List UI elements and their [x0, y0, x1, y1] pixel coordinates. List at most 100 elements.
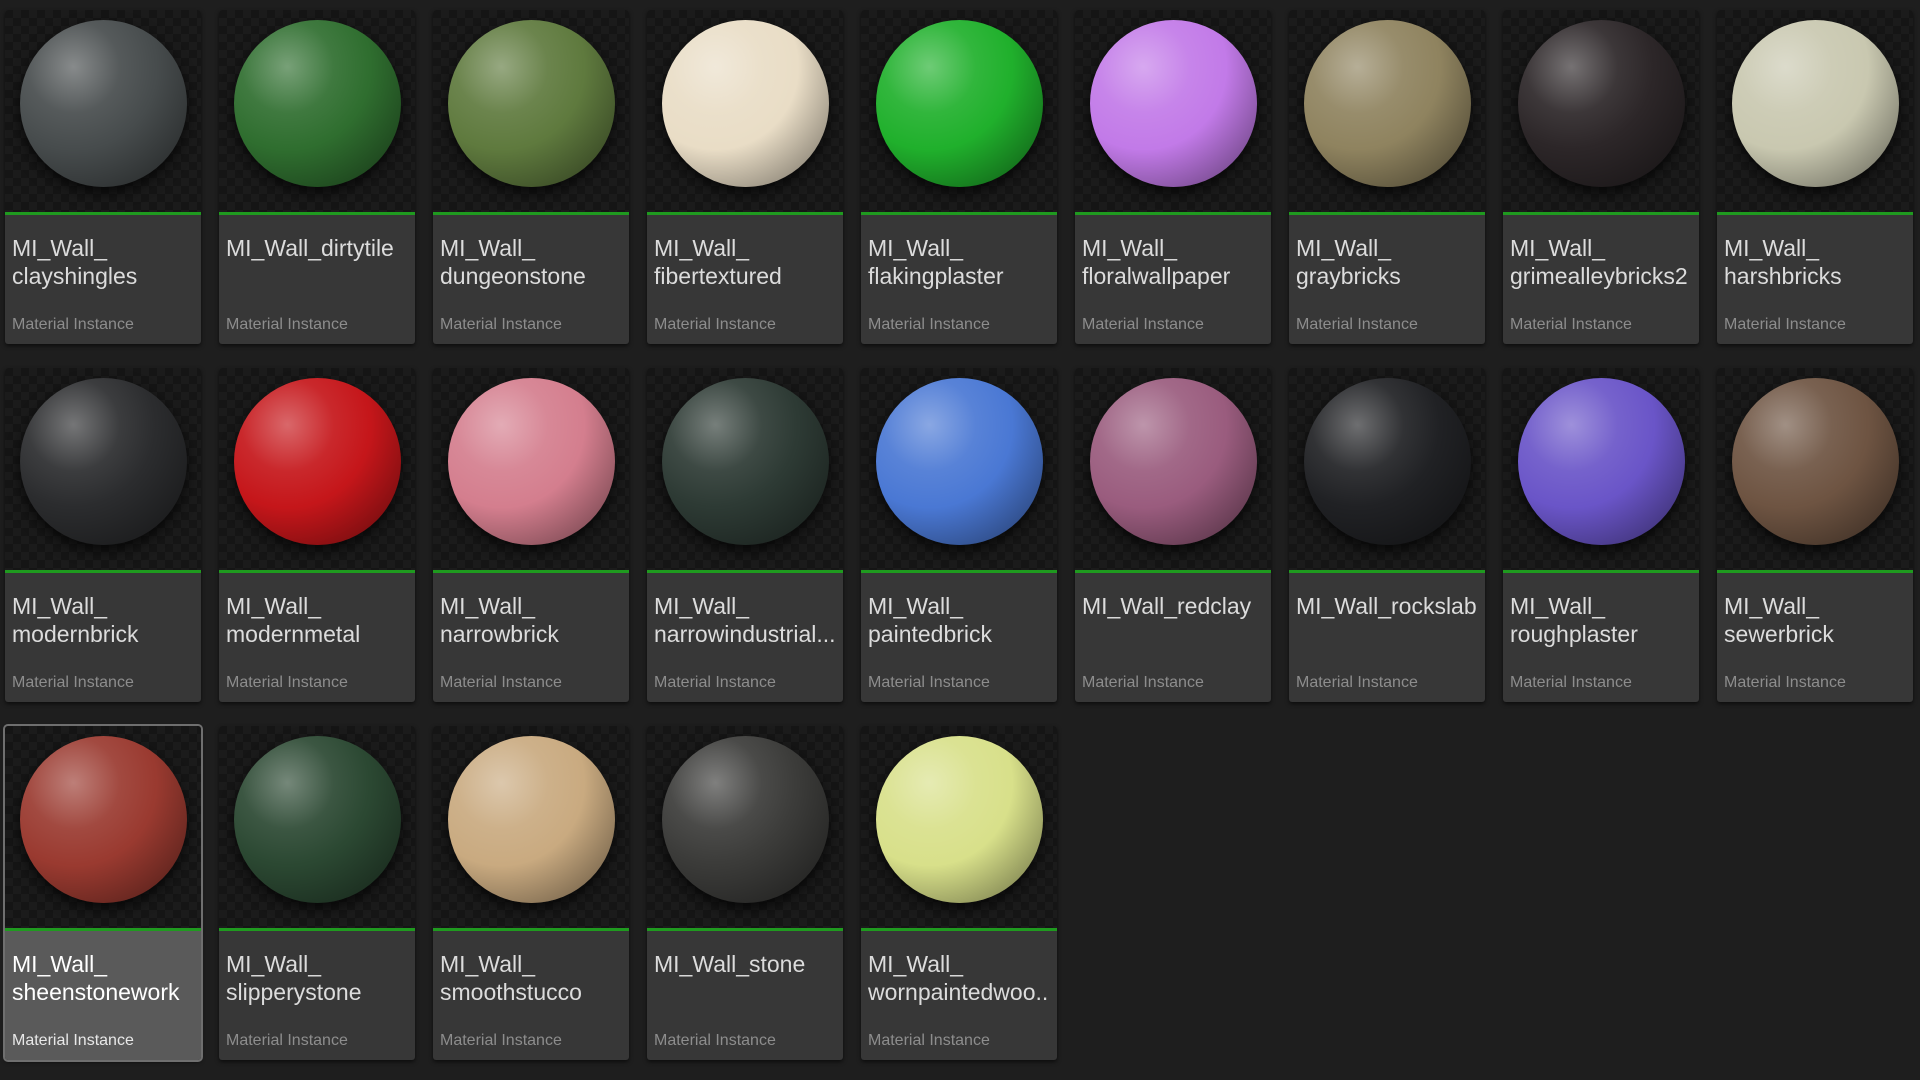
asset-type-color-bar	[433, 928, 629, 931]
asset-name-line1: MI_Wall_	[12, 593, 107, 619]
asset-name: MI_Wall_ roughplaster	[1510, 592, 1696, 648]
material-preview-sphere	[20, 736, 187, 903]
asset-type-color-bar	[861, 212, 1057, 215]
material-preview-sphere	[662, 20, 829, 187]
asset-name: MI_Wall_ slipperystone	[226, 950, 412, 1006]
asset-thumbnail	[647, 726, 843, 928]
asset-thumbnail	[219, 10, 415, 212]
asset-tile[interactable]: MI_Wall_ smoothstucco Material Instance	[433, 726, 629, 1060]
asset-name-line1: MI_Wall_	[1510, 235, 1605, 261]
asset-tile[interactable]: MI_Wall_ paintedbrick Material Instance	[861, 368, 1057, 702]
asset-tile[interactable]: MI_Wall_ graybricks Material Instance	[1289, 10, 1485, 344]
asset-name-line1: MI_Wall_	[226, 593, 321, 619]
asset-tile[interactable]: MI_Wall_ roughplaster Material Instance	[1503, 368, 1699, 702]
asset-name-line1: MI_Wall_stone	[654, 951, 806, 977]
asset-name-line2: dungeonstone	[440, 263, 586, 289]
asset-type-label: Material Instance	[654, 674, 776, 691]
asset-thumbnail	[433, 10, 629, 212]
asset-type-label: Material Instance	[1296, 316, 1418, 333]
asset-name-line2: narrowindustrial...	[654, 621, 836, 647]
asset-name-line2: clayshingles	[12, 263, 138, 289]
asset-tile[interactable]: MI_Wall_ grimealleybricks2 Material Instan…	[1503, 10, 1699, 344]
asset-name-line1: MI_Wall_	[868, 593, 963, 619]
asset-tile[interactable]: MI_Wall_stone Material Instance	[647, 726, 843, 1060]
asset-name: MI_Wall_rockslab	[1296, 592, 1482, 620]
asset-type-label: Material Instance	[440, 674, 562, 691]
asset-tile[interactable]: MI_Wall_wornpaintedwoo... Material Instan…	[861, 726, 1057, 1060]
asset-name: MI_Wall_ graybricks	[1296, 234, 1482, 290]
asset-tile[interactable]: MI_Wall_redclay Material Instance	[1075, 368, 1271, 702]
asset-tile[interactable]: MI_Wall_ flakingplaster Material Instance	[861, 10, 1057, 344]
asset-name: MI_Wall_ sewerbrick	[1724, 592, 1910, 648]
asset-name-line1: MI_Wall_	[440, 235, 535, 261]
asset-type-color-bar	[5, 570, 201, 573]
asset-name: MI_Wall_ sheenstonework	[12, 950, 198, 1006]
asset-tile[interactable]: MI_Wall_ fibertextured Material Instance	[647, 10, 843, 344]
asset-thumbnail	[5, 368, 201, 570]
asset-name: MI_Wall_stone	[654, 950, 840, 978]
asset-name-line1: MI_Wall_dirtytile	[226, 235, 394, 261]
asset-tile[interactable]: MI_Wall_ floralwallpaper Material Instance	[1075, 10, 1271, 344]
asset-thumbnail	[647, 10, 843, 212]
material-preview-sphere	[1304, 378, 1471, 545]
asset-name-line1: MI_Wall_	[1510, 593, 1605, 619]
material-preview-sphere	[234, 20, 401, 187]
asset-type-label: Material Instance	[654, 1032, 776, 1049]
asset-name-line2: flakingplaster	[868, 263, 1004, 289]
asset-name-line1: MI_Wall_rockslab	[1296, 593, 1477, 619]
material-preview-sphere	[1732, 20, 1899, 187]
asset-tile[interactable]: MI_Wall_rockslab Material Instance	[1289, 368, 1485, 702]
asset-tile[interactable]: MI_Wall_ narrowindustrial... Material Inst…	[647, 368, 843, 702]
asset-type-label: Material Instance	[654, 316, 776, 333]
asset-name-line2: roughplaster	[1510, 621, 1638, 647]
material-preview-sphere	[234, 736, 401, 903]
asset-name-line2: wornpaintedwoo...	[868, 979, 1049, 1005]
asset-tile[interactable]: MI_Wall_ harshbricks Material Instance	[1717, 10, 1913, 344]
asset-type-color-bar	[219, 928, 415, 931]
material-preview-sphere	[1090, 20, 1257, 187]
asset-tile[interactable]: MI_Wall_ dungeonstone Material Instance	[433, 10, 629, 344]
asset-thumbnail	[647, 368, 843, 570]
asset-type-label: Material Instance	[12, 1032, 134, 1049]
asset-type-label: Material Instance	[226, 674, 348, 691]
asset-name-line1: MI_Wall_	[868, 235, 963, 261]
asset-name: MI_Wall_dirtytile	[226, 234, 412, 262]
asset-name: MI_Wall_redclay	[1082, 592, 1268, 620]
asset-type-label: Material Instance	[226, 1032, 348, 1049]
asset-name: MI_Wall_ harshbricks	[1724, 234, 1910, 290]
material-preview-sphere	[448, 378, 615, 545]
asset-name: MI_Wall_ floralwallpaper	[1082, 234, 1268, 290]
material-preview-sphere	[876, 20, 1043, 187]
material-preview-sphere	[234, 378, 401, 545]
asset-tile[interactable]: MI_Wall_ narrowbrick Material Instance	[433, 368, 629, 702]
asset-type-color-bar	[5, 212, 201, 215]
asset-tile[interactable]: MI_Wall_ modernmetal Material Instance	[219, 368, 415, 702]
asset-type-color-bar	[1289, 570, 1485, 573]
asset-tile[interactable]: MI_Wall_dirtytile Material Instance	[219, 10, 415, 344]
asset-name-line2: slipperystone	[226, 979, 362, 1005]
asset-type-label: Material Instance	[12, 674, 134, 691]
asset-tile[interactable]: MI_Wall_ sheenstonework Material Instance	[3, 724, 203, 1062]
asset-name-line2: floralwallpaper	[1082, 263, 1231, 289]
asset-tile[interactable]: MI_Wall_ modernbrick Material Instance	[5, 368, 201, 702]
asset-thumbnail	[1075, 10, 1271, 212]
asset-type-label: Material Instance	[12, 316, 134, 333]
asset-thumbnail	[5, 10, 201, 212]
asset-name-line1: MI_Wall_	[226, 951, 321, 977]
asset-name-line2: grimealleybricks2	[1510, 263, 1688, 289]
asset-name-line1: MI_Wall_	[440, 593, 535, 619]
asset-name-line2: modernmetal	[226, 621, 361, 647]
asset-name-line1: MI_Wall_	[1082, 235, 1177, 261]
asset-type-color-bar	[1717, 212, 1913, 215]
asset-thumbnail	[433, 368, 629, 570]
asset-type-label: Material Instance	[226, 316, 348, 333]
asset-tile[interactable]: MI_Wall_ sewerbrick Material Instance	[1717, 368, 1913, 702]
asset-type-color-bar	[1503, 570, 1699, 573]
asset-type-label: Material Instance	[1510, 674, 1632, 691]
asset-tile[interactable]: MI_Wall_ slipperystone Material Instance	[219, 726, 415, 1060]
material-preview-sphere	[1732, 378, 1899, 545]
asset-type-label: Material Instance	[1510, 316, 1632, 333]
asset-thumbnail	[861, 10, 1057, 212]
material-preview-sphere	[448, 736, 615, 903]
asset-tile[interactable]: MI_Wall_ clayshingles Material Instance	[5, 10, 201, 344]
